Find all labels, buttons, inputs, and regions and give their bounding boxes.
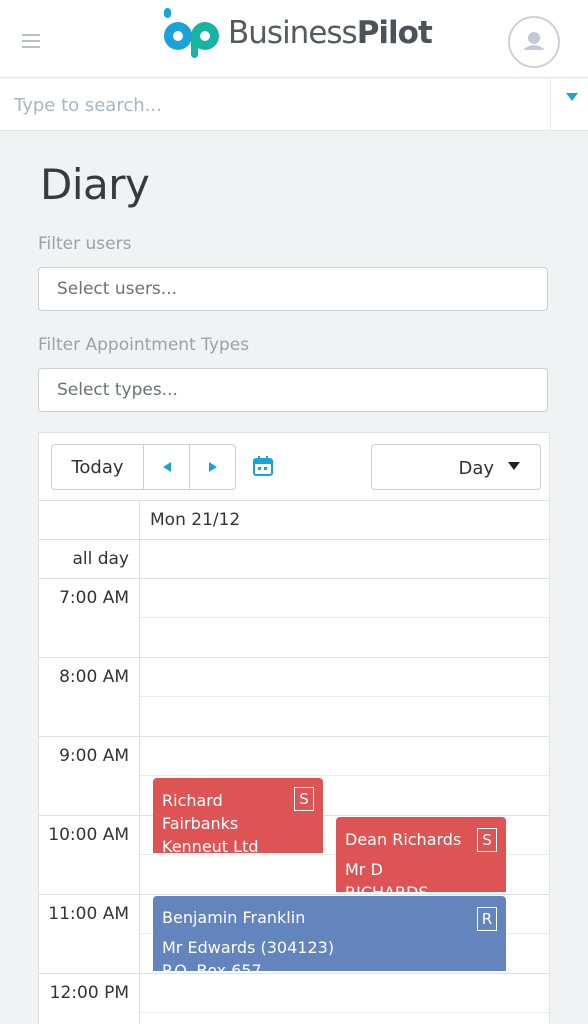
top-bar: BusinessPilot <box>0 0 588 78</box>
half-hour-line <box>140 775 549 776</box>
grid-line <box>39 578 549 579</box>
half-hour-line <box>140 696 549 697</box>
time-label: 11:00 AM <box>48 904 129 924</box>
appointment-event[interactable]: Benjamin Franklin Mr Edwards (304123) P.O.… <box>153 896 506 971</box>
event-type-badge: S <box>294 787 314 811</box>
chevron-left-icon <box>162 462 171 472</box>
filter-types-select[interactable]: Select types... <box>38 368 548 412</box>
event-title: Richard <box>162 791 223 810</box>
brand-bold: Pilot <box>356 15 433 51</box>
filter-users-label: Filter users <box>38 234 132 254</box>
calendar-icon[interactable] <box>253 456 273 476</box>
half-hour-line <box>140 1012 549 1013</box>
day-header: Mon 21/12 <box>150 510 241 530</box>
event-detail: P.O. Box 657 <box>162 961 262 971</box>
prev-button[interactable] <box>144 444 190 490</box>
today-button[interactable]: Today <box>51 444 144 490</box>
chevron-right-icon <box>208 462 217 472</box>
calendar-nav: Today <box>51 444 236 490</box>
hour-line <box>39 973 549 974</box>
time-label: 10:00 AM <box>48 825 129 845</box>
event-detail: Kenneut Ltd <box>162 837 259 853</box>
page-title: Diary <box>40 160 150 209</box>
event-detail: RICHARDS <box>345 881 429 892</box>
hour-line <box>39 736 549 737</box>
next-button[interactable] <box>190 444 236 490</box>
brand-logo: BusinessPilot <box>162 6 433 60</box>
time-label: 8:00 AM <box>59 667 129 687</box>
business-pilot-logo-icon <box>164 8 219 58</box>
appointment-event[interactable]: Dean Richards Mr D RICHARDS S <box>336 817 506 892</box>
all-day-label: all day <box>72 549 129 569</box>
filter-users-select[interactable]: Select users... <box>38 267 548 311</box>
view-select-label: Day <box>458 458 494 479</box>
time-label: 12:00 PM <box>49 983 129 1003</box>
time-label: 7:00 AM <box>59 588 129 608</box>
event-type-badge: S <box>477 828 497 852</box>
view-select[interactable]: Day <box>371 444 541 490</box>
grid-line <box>39 500 549 501</box>
user-icon <box>524 32 544 50</box>
event-title: Dean Richards <box>345 830 462 849</box>
caret-down-icon <box>508 462 520 470</box>
event-detail: Mr Edwards (304123) <box>162 938 335 957</box>
filter-types-label: Filter Appointment Types <box>38 335 250 355</box>
time-label: 9:00 AM <box>59 746 129 766</box>
event-type-badge: R <box>477 907 497 931</box>
search-input[interactable] <box>0 79 550 131</box>
event-detail: Mr D <box>345 860 383 879</box>
search-divider <box>550 79 551 131</box>
hour-line <box>39 657 549 658</box>
hour-line <box>39 894 549 895</box>
half-hour-line <box>140 617 549 618</box>
grid-line <box>39 539 549 540</box>
search-bar <box>0 79 588 131</box>
avatar[interactable] <box>508 16 560 68</box>
hamburger-icon[interactable] <box>22 34 40 48</box>
appointment-event[interactable]: Richard Fairbanks Kenneut Ltd S <box>153 778 323 853</box>
calendar: Today Day Mon 21/12 all day 7:00 AM 8:00 … <box>38 432 550 1024</box>
grid-vline <box>139 500 140 1024</box>
event-title: Benjamin Franklin <box>162 908 306 927</box>
caret-down-icon[interactable] <box>566 93 578 102</box>
event-detail: Fairbanks <box>162 814 239 833</box>
brand-prefix: Business <box>228 15 358 51</box>
